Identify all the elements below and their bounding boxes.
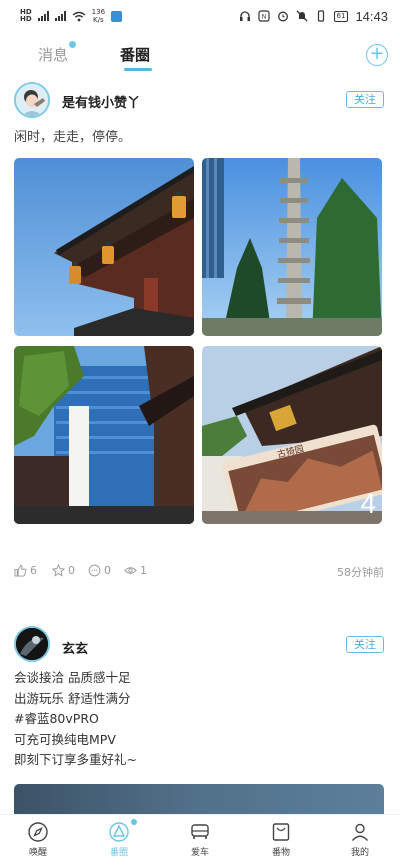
views: 1: [124, 564, 147, 577]
mute-icon: [296, 10, 307, 22]
net-speed: 136 K/s: [91, 8, 106, 24]
post-text: 会谈接洽 品质感十足 出游玩乐 舒适性满分 #睿蓝80vPRO 可充可换纯电MP…: [14, 668, 137, 771]
post-time: 58分钟前: [337, 566, 384, 579]
temple-eave-image: [14, 158, 194, 336]
battery-indicator: 61: [333, 10, 349, 22]
more-photos-count: 4: [360, 488, 376, 519]
wifi-icon: [72, 11, 86, 21]
tab-fanquan[interactable]: 番圈: [120, 44, 150, 65]
comment-icon: [88, 564, 101, 577]
car-icon: [191, 824, 209, 839]
ticket-image: 古猗园: [202, 346, 382, 524]
unread-dot: [69, 41, 77, 48]
view-count: 1: [140, 564, 147, 577]
post-line: 会谈接洽 品质感十足: [14, 670, 131, 685]
tab-messages[interactable]: 消息: [38, 41, 77, 65]
unread-dot: [131, 819, 137, 825]
nav-car[interactable]: 爱车: [180, 821, 220, 858]
photo-building-gate[interactable]: [14, 346, 194, 524]
add-post-button[interactable]: +: [366, 44, 388, 66]
nav-wake[interactable]: 唤醒: [18, 821, 58, 858]
star-icon: [52, 564, 65, 577]
photo-ticket[interactable]: 古猗园 4: [202, 346, 382, 524]
eye-icon: [124, 567, 137, 574]
avatar[interactable]: [14, 626, 50, 662]
post-line: 可充可换纯电MPV: [14, 731, 116, 747]
avatar-image: [16, 628, 48, 660]
compass-icon: [28, 822, 48, 842]
building-gate-image: [14, 346, 194, 524]
like-count: 6: [30, 564, 37, 577]
active-tab-indicator: [124, 68, 152, 71]
clock: 14:43: [355, 8, 388, 24]
signal-icon: [37, 11, 49, 21]
post-actions: 6 0 0 1 58分钟前: [14, 564, 384, 580]
post-line: 即刻下订享多重好礼~: [14, 752, 137, 767]
bag-icon: [272, 823, 290, 841]
username[interactable]: 玄玄: [62, 638, 88, 657]
post-line[interactable]: #睿蓝80vPRO: [14, 709, 137, 730]
comment-button[interactable]: 0: [88, 564, 111, 577]
top-tabs: 消息 番圈 +: [0, 36, 400, 76]
follow-button[interactable]: 关注: [346, 636, 384, 653]
bottom-nav: 唤醒 番圈 爱车 番物 我的: [0, 814, 400, 866]
nav-goods[interactable]: 番物: [261, 821, 301, 858]
person-icon: [351, 823, 369, 841]
signal-icon-2: [54, 11, 66, 21]
post-line: 出游玩乐 舒适性满分: [14, 690, 131, 706]
username[interactable]: 是有钱小赞丫: [62, 92, 140, 111]
nfc-icon: N: [257, 10, 270, 22]
avatar[interactable]: [14, 82, 50, 118]
comment-count: 0: [104, 564, 111, 577]
headphones-icon: [239, 11, 250, 21]
photo-grid: 古猗园 4: [14, 158, 382, 524]
follow-button[interactable]: 关注: [346, 91, 384, 108]
status-bar: HD HD 136 K/s N 61 14:43: [0, 0, 400, 32]
thumbs-up-icon: [14, 564, 27, 577]
photo-pagoda[interactable]: [202, 158, 382, 336]
pagoda-image: [202, 158, 382, 336]
nav-profile[interactable]: 我的: [340, 821, 380, 858]
triangle-circle-icon: [109, 822, 129, 842]
photo-temple-eave[interactable]: [14, 158, 194, 336]
avatar-image: [16, 84, 48, 116]
like-button[interactable]: 6: [14, 564, 37, 577]
vibrate-icon: [317, 10, 324, 22]
favorite-button[interactable]: 0: [52, 564, 75, 577]
svg-text:N: N: [261, 14, 266, 21]
nav-fanquan[interactable]: 番圈: [99, 819, 139, 858]
star-count: 0: [68, 564, 75, 577]
app-notification-icon: [111, 10, 123, 22]
sim-tag: HD HD: [20, 8, 32, 23]
post-text: 闲时，走走，停停。: [14, 130, 132, 145]
alarm-icon: [277, 11, 288, 22]
